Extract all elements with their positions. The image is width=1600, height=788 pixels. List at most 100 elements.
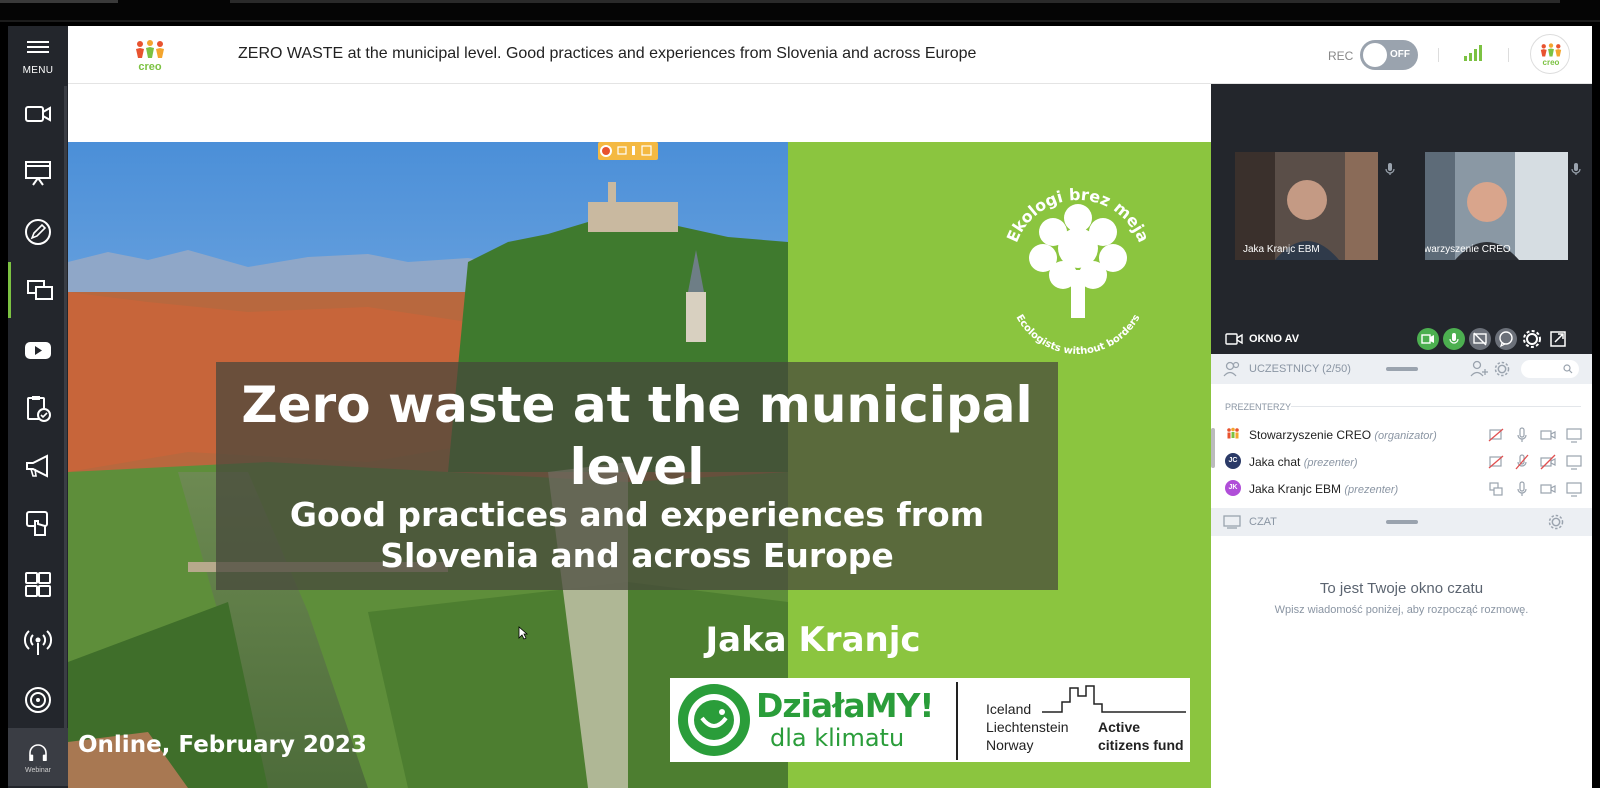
chat-empty-hint: Wpisz wiadomość poniżej, aby rozpocząć r…: [1274, 604, 1529, 616]
broadcast-button[interactable]: [8, 614, 68, 670]
gear-icon[interactable]: [1547, 513, 1565, 531]
header-divider: [1438, 48, 1439, 62]
chat-label: CZAT: [1249, 516, 1277, 528]
participant-avatar: [1225, 426, 1241, 442]
slide-subtitle: Good practices and experiences from Slov…: [289, 495, 985, 575]
gear-icon: [1523, 330, 1541, 348]
sidebar-scrollbar[interactable]: [64, 86, 67, 786]
video-camera-icon: [25, 106, 51, 122]
screen-share-button[interactable]: [8, 262, 68, 318]
program-tagline: dla klimatu: [770, 724, 905, 752]
panel-resize-handle[interactable]: [1386, 520, 1418, 524]
toggle-state: OFF: [1390, 49, 1410, 60]
donor-countries: Iceland Liechtenstein Norway: [986, 700, 1069, 754]
right-panel: Jaka Kranjc EBM Stowarzyszenie CREO OKNO…: [1211, 84, 1592, 788]
avatar-logo-text: creo: [1543, 58, 1560, 67]
panel-resize-handle[interactable]: [1386, 367, 1418, 371]
gear-icon[interactable]: [1493, 360, 1511, 378]
monitor-icon[interactable]: [1565, 480, 1583, 498]
webinar-button[interactable]: Webinar: [8, 728, 68, 786]
participant-row[interactable]: JK Jaka Kranjc EBM (prezenter): [1225, 478, 1585, 500]
camera-button[interactable]: [8, 86, 68, 142]
stream-button[interactable]: [8, 672, 68, 728]
youtube-button[interactable]: [8, 322, 68, 378]
window-top-strip: [0, 0, 1600, 22]
participant-row[interactable]: Stowarzyszenie CREO (organizator): [1225, 424, 1585, 446]
participant-name-text: Jaka chat: [1249, 455, 1301, 469]
toggle-knob: [1363, 43, 1387, 67]
fund-name: Active citizens fund: [1098, 718, 1184, 754]
participant-role: (prezenter): [1344, 484, 1399, 496]
country-liechtenstein: Liechtenstein: [986, 719, 1069, 735]
announcement-button[interactable]: [8, 438, 68, 494]
screen-share-off-icon[interactable]: [1487, 453, 1505, 471]
av-window-bar: OKNO AV: [1211, 324, 1592, 354]
screen-share-off-icon[interactable]: [1487, 426, 1505, 444]
monitor-icon[interactable]: [1565, 453, 1583, 471]
slide-title: Zero waste at the municipal level: [241, 376, 1033, 496]
presentation-button[interactable]: [8, 144, 68, 200]
creo-avatar-logo: creo: [1540, 43, 1562, 67]
participant-controls: [1487, 480, 1587, 498]
camera-off-icon[interactable]: [1539, 453, 1557, 471]
whiteboard-button[interactable]: [8, 204, 68, 260]
add-participant-icon[interactable]: [1469, 360, 1489, 378]
shared-slide: Ekologi brez meja Ecologists without bor…: [68, 142, 1211, 788]
fund-line-1: Active: [1098, 719, 1141, 735]
video-tile[interactable]: Stowarzyszenie CREO: [1425, 152, 1568, 260]
user-avatar[interactable]: creo: [1530, 34, 1570, 74]
participants-search-input[interactable]: [1521, 360, 1579, 378]
country-norway: Norway: [986, 737, 1034, 753]
window-right-edge: [1592, 26, 1600, 788]
video-area: Jaka Kranjc EBM Stowarzyszenie CREO: [1211, 84, 1592, 354]
participant-name-text: Stowarzyszenie CREO: [1249, 428, 1372, 442]
chat-header[interactable]: CZAT: [1211, 508, 1592, 536]
slide-author: Jaka Kranjc: [705, 620, 921, 660]
participant-name-text: Jaka Kranjc EBM: [1249, 482, 1342, 496]
svg-text:Ecologists without borders: Ecologists without borders: [1014, 313, 1143, 357]
participant-controls: [1487, 453, 1587, 471]
video-tile[interactable]: Jaka Kranjc EBM: [1235, 152, 1378, 260]
screen-toggle-button[interactable]: [1469, 328, 1491, 350]
microphone-icon[interactable]: [1571, 162, 1581, 176]
tests-button[interactable]: [8, 380, 68, 436]
ebm-org-logo: Ekologi brez meja Ecologists without bor…: [1003, 185, 1153, 357]
microphone-icon[interactable]: [1513, 426, 1531, 444]
participant-name: Jaka Kranjc EBM (prezenter): [1249, 482, 1398, 496]
ebm-tagline: Ecologists without borders: [1014, 313, 1143, 357]
popout-button[interactable]: [1547, 328, 1569, 350]
participants-header[interactable]: UCZESTNICY (2/50): [1211, 354, 1592, 384]
camera-toggle-button[interactable]: [1417, 328, 1439, 350]
participant-avatar: JK: [1225, 480, 1241, 496]
recording-toggle[interactable]: OFF: [1360, 40, 1418, 70]
layouts-button[interactable]: [8, 556, 68, 612]
video-camera-icon: [1225, 333, 1243, 345]
headphones-icon: [29, 743, 47, 761]
creo-logo-text: creo: [138, 61, 162, 73]
fund-line-2: citizens fund: [1098, 737, 1184, 753]
session-title: ZERO WASTE at the municipal level. Good …: [238, 45, 977, 62]
mic-toggle-button[interactable]: [1443, 328, 1465, 350]
left-sidebar: MENU Webinar: [8, 26, 68, 788]
slide-toolbar[interactable]: [598, 142, 658, 160]
camera-icon: [1421, 334, 1434, 344]
panel-scrollbar[interactable]: [1211, 428, 1215, 468]
camera-icon[interactable]: [1539, 426, 1557, 444]
microphone-icon[interactable]: [1513, 480, 1531, 498]
microphone-icon[interactable]: [1385, 162, 1395, 176]
mouse-cursor-icon: [518, 626, 528, 640]
av-settings-button[interactable]: [1521, 328, 1543, 350]
menu-button[interactable]: MENU: [8, 26, 68, 82]
rec-label: REC: [1328, 49, 1354, 63]
participant-controls: [1487, 426, 1587, 444]
microphone-off-icon[interactable]: [1513, 453, 1531, 471]
participant-row[interactable]: JC Jaka chat (prezenter): [1225, 451, 1585, 473]
chat-toggle-button[interactable]: [1495, 328, 1517, 350]
interaction-button[interactable]: [8, 496, 68, 552]
camera-icon[interactable]: [1539, 480, 1557, 498]
monitor-icon[interactable]: [1565, 426, 1583, 444]
screen-share-icon[interactable]: [1487, 480, 1505, 498]
signal-strength-icon[interactable]: [1463, 44, 1483, 62]
chat-window-icon: [1223, 515, 1241, 529]
chat-empty-title: To jest Twoje okno czatu: [1319, 580, 1484, 597]
